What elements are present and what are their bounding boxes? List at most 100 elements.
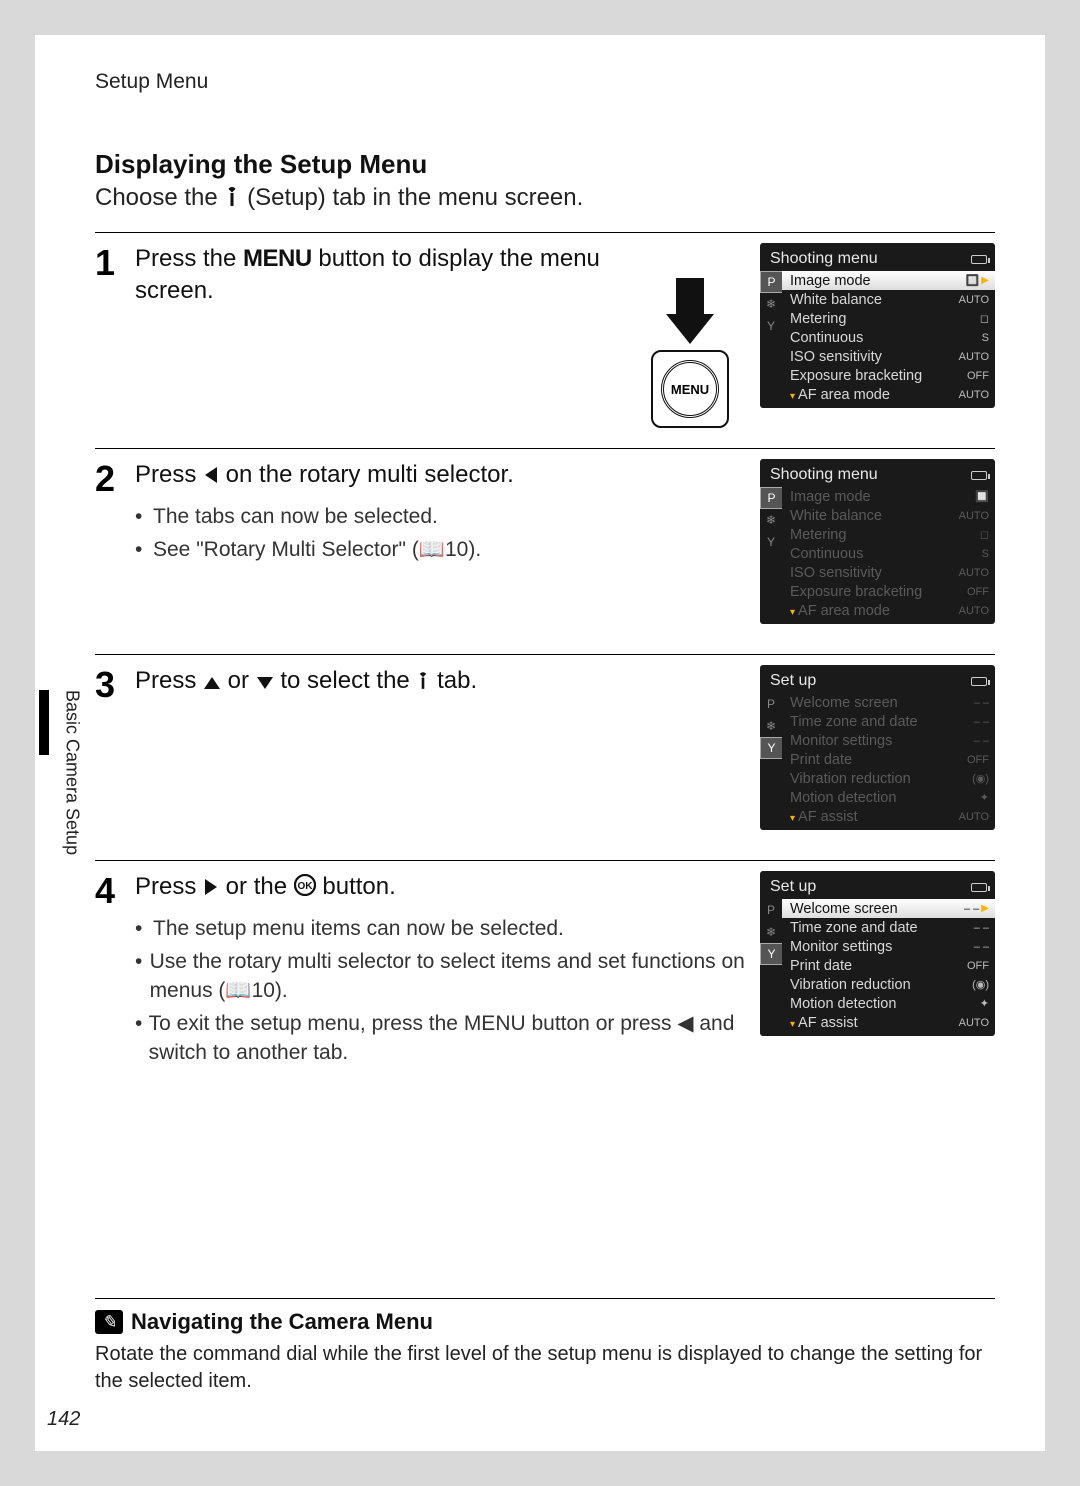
svg-text:OK: OK <box>297 881 313 892</box>
screen-title: Shooting menu <box>770 466 878 484</box>
screen-tab: P <box>760 271 782 293</box>
battery-icon <box>971 255 987 264</box>
step-2-bullet-0: The tabs can now be selected. <box>153 503 438 532</box>
step-1: 1 Press the MENU button to display the m… <box>95 232 995 434</box>
side-tab: Basic Camera Setup <box>39 690 87 920</box>
screen-tab: ❄ <box>760 921 782 943</box>
lead-post: (Setup) tab in the menu screen. <box>247 184 583 211</box>
menu-row: ContinuousS <box>782 328 995 347</box>
wrench-icon <box>416 667 430 699</box>
menu-row: Welcome screen– – <box>782 693 995 712</box>
menu-row: Exposure bracketingOFF <box>782 366 995 385</box>
step-1-head-pre: Press the <box>135 245 243 272</box>
step-4-bullets: The setup menu items can now be selected… <box>135 915 748 1068</box>
screen-tab: Y <box>760 315 782 337</box>
menu-row: Print dateOFF <box>782 956 995 975</box>
note-text: Rotate the command dial while the first … <box>95 1341 995 1395</box>
step-4-head: Press or the OK button. <box>135 871 748 905</box>
menu-row: Monitor settings– – <box>782 731 995 750</box>
step-4-bullet-2: To exit the setup menu, press the MENU b… <box>149 1010 748 1068</box>
down-triangle-icon <box>256 667 274 699</box>
menu-row: ▾AF assistAUTO <box>782 1013 995 1032</box>
step-2-head-pre: Press <box>135 461 203 488</box>
battery-icon <box>971 883 987 892</box>
menu-row: Image mode🔲 <box>782 487 995 506</box>
up-triangle-icon <box>203 667 221 699</box>
step-1-num: 1 <box>95 243 135 281</box>
screen-shooting-dim: Shooting menuP❄YImage mode🔲White balance… <box>760 459 995 624</box>
menu-row: Exposure bracketingOFF <box>782 582 995 601</box>
step-3-head-end: tab. <box>430 667 477 694</box>
screen-setup-dim: Set up P❄Y Welcome screen– –Time zone and … <box>760 665 995 830</box>
menu-row: ISO sensitivityAUTO <box>782 563 995 582</box>
screen-shooting-active: Shooting menuP❄YImage mode🔲▶White balanc… <box>760 243 995 408</box>
chevron-down-icon: ▾ <box>790 813 795 824</box>
screen-title: Set up <box>770 878 816 896</box>
chevron-down-icon: ▾ <box>790 1019 795 1030</box>
screen-tab: Y <box>760 737 782 759</box>
note-block: ✎ Navigating the Camera Menu Rotate the … <box>95 1298 995 1395</box>
step-3: 3 Press or to select the tab. Set up P❄Y W… <box>95 654 995 846</box>
ok-button-icon: OK <box>294 873 316 905</box>
menu-row: Welcome screen– –▶ <box>782 899 995 918</box>
menu-row: Print dateOFF <box>782 750 995 769</box>
screen-tab: P <box>760 899 782 921</box>
screen-setup-active: Set up P❄Y Welcome screen– –▶Time zone and… <box>760 871 995 1036</box>
menu-row: ▾AF area modeAUTO <box>782 385 995 404</box>
step-2-bullet-1: See "Rotary Multi Selector" (📖10). <box>153 536 481 565</box>
menu-row: Monitor settings– – <box>782 937 995 956</box>
menu-row: ▾AF area modeAUTO <box>782 601 995 620</box>
step-4-head-post: button. <box>316 873 396 900</box>
right-triangle-icon <box>203 873 219 905</box>
menu-row: Motion detection✦ <box>782 994 995 1013</box>
screen-tab: Y <box>760 531 782 553</box>
section-title: Displaying the Setup Menu <box>95 149 995 180</box>
step-4-bullet-0: The setup menu items can now be selected… <box>153 915 564 944</box>
screen-title: Shooting menu <box>770 250 878 268</box>
menu-word: MENU <box>243 245 312 272</box>
screen-tab: Y <box>760 943 782 965</box>
step-3-num: 3 <box>95 665 135 703</box>
chevron-down-icon: ▾ <box>790 391 795 402</box>
screen-tab: ❄ <box>760 509 782 531</box>
step-4-bullet-1: Use the rotary multi selector to select … <box>150 948 748 1006</box>
battery-icon <box>971 471 987 480</box>
screen-title: Set up <box>770 672 816 690</box>
step-4-num: 4 <box>95 871 135 909</box>
step-3-head-mid: or <box>221 667 256 694</box>
screen-tab: P <box>760 693 782 715</box>
left-triangle-icon <box>203 461 219 493</box>
menu-row: ContinuousS <box>782 544 995 563</box>
step-4: 4 Press or the OK button. The setup menu… <box>95 860 995 1078</box>
pencil-icon: ✎ <box>95 1310 123 1334</box>
menu-row: Metering◻ <box>782 309 995 328</box>
menu-button-label: MENU <box>661 360 719 418</box>
menu-row: Time zone and date– – <box>782 918 995 937</box>
running-head: Setup Menu <box>95 70 995 94</box>
step-2-head: Press on the rotary multi selector. <box>135 459 748 493</box>
menu-row: ▾AF assistAUTO <box>782 807 995 826</box>
step-2-head-post: on the rotary multi selector. <box>219 461 514 488</box>
menu-row: Motion detection✦ <box>782 788 995 807</box>
section-lead: Choose the (Setup) tab in the menu scree… <box>95 184 995 214</box>
chevron-down-icon: ▾ <box>790 607 795 618</box>
menu-row: White balanceAUTO <box>782 506 995 525</box>
step-3-head-pre: Press <box>135 667 203 694</box>
step-3-head-post: to select the <box>274 667 417 694</box>
menu-row: Vibration reduction(◉) <box>782 975 995 994</box>
menu-row: Metering◻ <box>782 525 995 544</box>
wrench-icon <box>224 186 240 214</box>
step-2-num: 2 <box>95 459 135 497</box>
menu-row: White balanceAUTO <box>782 290 995 309</box>
menu-row: Image mode🔲▶ <box>782 271 995 290</box>
step-2-bullets: The tabs can now be selected. See "Rotar… <box>135 503 748 565</box>
menu-row: ISO sensitivityAUTO <box>782 347 995 366</box>
note-title: Navigating the Camera Menu <box>131 1309 433 1335</box>
step-2: 2 Press on the rotary multi selector. Th… <box>95 448 995 640</box>
menu-button-illustration: MENU <box>635 278 745 428</box>
step-4-head-pre: Press <box>135 873 203 900</box>
battery-icon <box>971 677 987 686</box>
step-1-head: Press the MENU button to display the men… <box>135 243 623 308</box>
screen-tab: ❄ <box>760 715 782 737</box>
menu-row: Time zone and date– – <box>782 712 995 731</box>
